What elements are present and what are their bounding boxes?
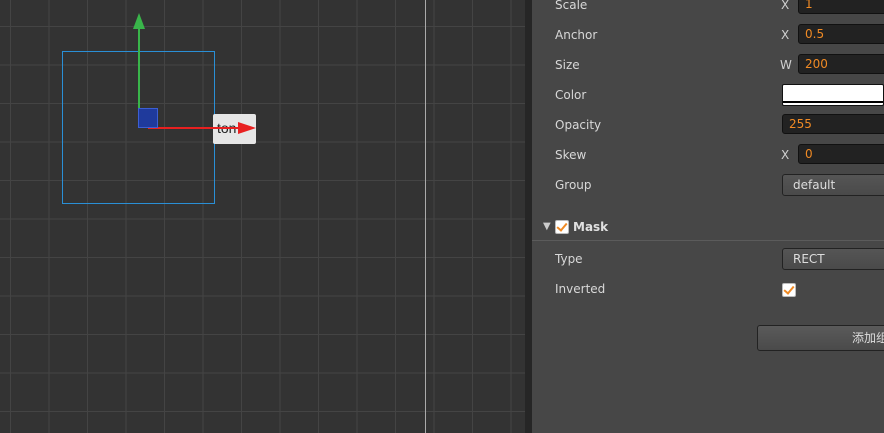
add-component-button[interactable]: 添加组件: [757, 325, 884, 351]
property-label: Opacity: [555, 118, 602, 132]
checkmark-icon: [556, 220, 568, 232]
mask-enabled-checkbox[interactable]: [555, 220, 569, 234]
property-label: Color: [555, 88, 587, 102]
axis-label: X: [781, 148, 790, 162]
property-row-color: Color: [532, 81, 884, 111]
canvas-boundary-line: [425, 0, 426, 433]
property-row-opacity: Opacity 255: [532, 111, 884, 141]
gizmo-y-arrow-icon[interactable]: [133, 13, 145, 29]
property-label: Skew: [555, 148, 587, 162]
property-row-anchor: Anchor X 0.5: [532, 21, 884, 51]
property-label: Anchor: [555, 28, 598, 42]
color-picker[interactable]: [782, 84, 884, 106]
mask-component-header[interactable]: ▼ Mask: [532, 216, 884, 241]
property-label: Group: [555, 178, 592, 192]
group-select[interactable]: default: [782, 174, 884, 196]
panel-divider[interactable]: [525, 0, 532, 433]
property-row-mask-inverted: Inverted: [532, 275, 884, 305]
property-row-mask-type: Type RECT: [532, 245, 884, 275]
property-row-skew: Skew X 0: [532, 141, 884, 171]
collapse-arrow-icon[interactable]: ▼: [543, 221, 551, 232]
inspector-panel: Scale X 1 Anchor X 0.5 Size W 200 Color …: [532, 0, 884, 433]
property-row-scale: Scale X 1: [532, 0, 884, 21]
gizmo-x-arrow-icon[interactable]: [238, 122, 256, 134]
scale-x-input[interactable]: 1: [798, 0, 884, 14]
skew-x-input[interactable]: 0: [798, 144, 884, 164]
gizmo-center-handle[interactable]: [138, 108, 158, 128]
property-label: Scale: [555, 0, 588, 12]
axis-label: W: [780, 58, 792, 72]
mask-type-select[interactable]: RECT: [782, 248, 884, 270]
property-label: Type: [555, 252, 583, 266]
axis-label: X: [781, 0, 790, 12]
gizmo-x-axis[interactable]: [148, 127, 240, 129]
opacity-input[interactable]: 255: [782, 114, 884, 134]
inverted-checkbox[interactable]: [782, 283, 796, 297]
axis-label: X: [781, 28, 790, 42]
anchor-x-input[interactable]: 0.5: [798, 24, 884, 44]
property-row-group: Group default: [532, 171, 884, 201]
scene-viewport[interactable]: ton: [0, 0, 525, 433]
checkmark-icon: [783, 283, 795, 295]
property-label: Inverted: [555, 282, 606, 296]
size-width-input[interactable]: 200: [798, 54, 884, 74]
property-label: Size: [555, 58, 580, 72]
mask-title: Mask: [573, 220, 609, 234]
property-row-size: Size W 200: [532, 51, 884, 81]
